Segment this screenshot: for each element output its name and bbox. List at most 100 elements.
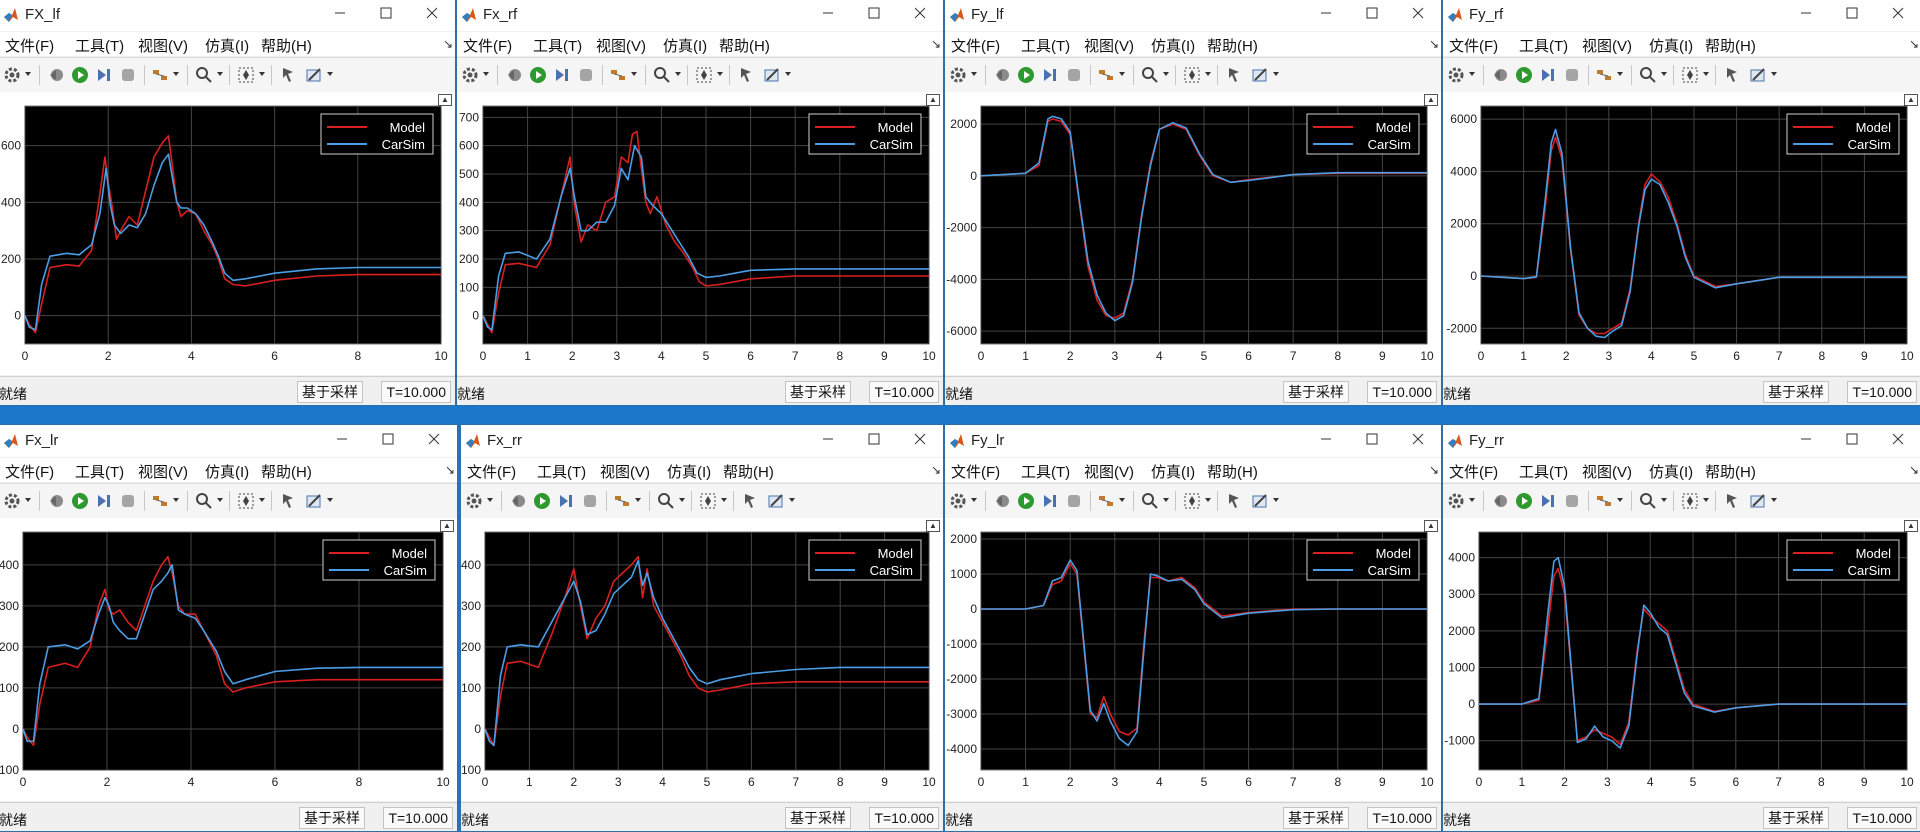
menu-item[interactable]: 工具(T)	[533, 35, 582, 56]
scope-plot[interactable]: 0 1 2 3 4 5 6 7 8 9 10-20000200040006000ModelCarSi…	[1443, 92, 1920, 375]
fit-icon[interactable]	[237, 66, 255, 84]
gear-icon[interactable]	[1447, 492, 1465, 510]
scope-plot[interactable]: 0 1 2 3 4 5 6 7 8 9 10 -1000 0 1000 2000 3000 4000 Model C…	[1443, 518, 1920, 801]
title-bar[interactable]: Fx_lr	[0, 425, 457, 457]
dropdown-arrow-icon[interactable]	[173, 498, 179, 502]
menu-item[interactable]: 文件(F)	[463, 35, 512, 56]
scope-display[interactable]: 0 1 2 3 4 5 6 7 8 9 10 -1000 0 1000 2000 3000 4000 Model C…	[1443, 518, 1920, 801]
dock-icon[interactable]: ▲	[1424, 520, 1438, 532]
undock-icon[interactable]: ↘	[1429, 463, 1439, 477]
close-button[interactable]	[897, 0, 943, 31]
menu-item[interactable]: 帮助(H)	[719, 35, 770, 56]
menu-item[interactable]: 帮助(H)	[261, 461, 312, 482]
dropdown-arrow-icon[interactable]	[1771, 72, 1777, 76]
scope-window[interactable]: Fy_rf 文件(F) 工具(T) 视图(V) 仿真(I) 帮助(H) ↘ 0 1 2 3 4 5 6 7 8…	[1442, 0, 1920, 406]
fit-icon[interactable]	[237, 492, 255, 510]
scope-plot[interactable]: 0 1 2 3 4 5 6 7 8 9 100100200300400500600700ModelC…	[457, 92, 943, 375]
scope-plot[interactable]: 0 2 4 6 8 10 0 200 400 600 Model CarSim	[0, 92, 455, 375]
menu-item[interactable]: 工具(T)	[1519, 35, 1568, 56]
menu-item[interactable]: 帮助(H)	[1705, 35, 1756, 56]
dropdown-arrow-icon[interactable]	[635, 498, 641, 502]
maximize-button[interactable]	[1349, 425, 1395, 457]
zoom-icon[interactable]	[1639, 492, 1657, 510]
menu-item[interactable]: 视图(V)	[1582, 35, 1632, 56]
dropdown-arrow-icon[interactable]	[483, 72, 489, 76]
minimize-button[interactable]	[1783, 425, 1829, 457]
undock-icon[interactable]: ↘	[445, 463, 455, 477]
menu-item[interactable]: 视图(V)	[138, 35, 188, 56]
stop-icon[interactable]	[1065, 492, 1083, 510]
dropdown-arrow-icon[interactable]	[721, 498, 727, 502]
minimize-button[interactable]	[1303, 0, 1349, 31]
signal-select-icon[interactable]	[151, 492, 169, 510]
step-forward-icon[interactable]	[553, 66, 571, 84]
dropdown-arrow-icon[interactable]	[1703, 72, 1709, 76]
step-forward-icon[interactable]	[95, 66, 113, 84]
fit-icon[interactable]	[1681, 492, 1699, 510]
undock-icon[interactable]: ↘	[931, 463, 941, 477]
scope-plot[interactable]: 0 1 2 3 4 5 6 7 8 9 10 -4000 -3000 -2000 -1000 0 1000 200…	[945, 518, 1441, 801]
run-icon[interactable]	[1515, 66, 1533, 84]
run-icon[interactable]	[529, 66, 547, 84]
step-back-icon[interactable]	[505, 66, 523, 84]
scope-display[interactable]: 0 1 2 3 4 5 6 7 8 9 10 0 100 200 300 400 500 600 700 Model C…	[457, 92, 943, 375]
cursor-icon[interactable]	[741, 492, 759, 510]
scope-window[interactable]: Fy_lf 文件(F) 工具(T) 视图(V) 仿真(I) 帮助(H) ↘ 0 1 2 3 4 5 6 7 8…	[944, 0, 1442, 406]
scope-window[interactable]: Fx_rr 文件(F) 工具(T) 视图(V) 仿真(I) 帮助(H) ↘ 0 1 2 3 4 5 6 7 8…	[460, 424, 944, 832]
maximize-button[interactable]	[363, 0, 409, 31]
zoom-icon[interactable]	[653, 66, 671, 84]
gear-icon[interactable]	[949, 66, 967, 84]
menu-item[interactable]: 仿真(I)	[1649, 461, 1693, 482]
maximize-button[interactable]	[1829, 0, 1875, 31]
menu-item[interactable]: 仿真(I)	[1649, 35, 1693, 56]
menu-item[interactable]: 仿真(I)	[205, 35, 249, 56]
cursor-icon[interactable]	[1225, 66, 1243, 84]
scope-display[interactable]: 0246810-1000100200300400ModelCarSim▲	[0, 518, 457, 801]
minimize-button[interactable]	[805, 0, 851, 31]
step-back-icon[interactable]	[993, 66, 1011, 84]
step-back-icon[interactable]	[47, 66, 65, 84]
dropdown-arrow-icon[interactable]	[1119, 498, 1125, 502]
step-forward-icon[interactable]	[95, 492, 113, 510]
signal-select-icon[interactable]	[1097, 66, 1115, 84]
scope-plot[interactable]: 0 1 2 3 4 5 6 7 8 9 10 -6000 -4000 -2000 0 2000 Model Car…	[945, 92, 1441, 375]
dropdown-arrow-icon[interactable]	[1119, 72, 1125, 76]
minimize-button[interactable]	[317, 0, 363, 31]
dock-icon[interactable]: ▲	[1904, 520, 1918, 532]
dropdown-arrow-icon[interactable]	[487, 498, 493, 502]
dock-icon[interactable]: ▲	[1904, 94, 1918, 106]
dropdown-arrow-icon[interactable]	[25, 72, 31, 76]
scope-window[interactable]: Fy_lr 文件(F) 工具(T) 视图(V) 仿真(I) 帮助(H) ↘ 0 1 2 3 4 5 6 7 8…	[944, 424, 1442, 832]
cursor-icon[interactable]	[1723, 66, 1741, 84]
run-icon[interactable]	[71, 492, 89, 510]
title-bar[interactable]: Fy_lr	[945, 425, 1441, 457]
signal-select-icon[interactable]	[1595, 492, 1613, 510]
dropdown-arrow-icon[interactable]	[1469, 72, 1475, 76]
signal-select-icon[interactable]	[151, 66, 169, 84]
dropdown-arrow-icon[interactable]	[327, 72, 333, 76]
dock-icon[interactable]: ▲	[438, 94, 452, 106]
stop-icon[interactable]	[119, 492, 137, 510]
dropdown-arrow-icon[interactable]	[259, 498, 265, 502]
scope-display[interactable]: 0 1 2 3 4 5 6 7 8 9 10 -4000 -3000 -2000 -1000 0 1000 200…	[945, 518, 1441, 801]
scope-display[interactable]: 0 1 2 3 4 5 6 7 8 9 10 -6000 -4000 -2000 0 2000 Model Car…	[945, 92, 1441, 375]
menu-item[interactable]: 帮助(H)	[723, 461, 774, 482]
menu-item[interactable]: 视图(V)	[1084, 461, 1134, 482]
dropdown-arrow-icon[interactable]	[25, 498, 31, 502]
step-back-icon[interactable]	[1491, 492, 1509, 510]
dock-icon[interactable]: ▲	[440, 520, 454, 532]
menu-item[interactable]: 文件(F)	[467, 461, 516, 482]
menu-item[interactable]: 帮助(H)	[1705, 461, 1756, 482]
zoom-icon[interactable]	[1141, 66, 1159, 84]
scope-display[interactable]: 0 2 4 6 8 10 0 200 400 600 Model CarSim ▲	[0, 92, 455, 375]
signal-select-icon[interactable]	[609, 66, 627, 84]
step-forward-icon[interactable]	[1539, 66, 1557, 84]
cursor-icon[interactable]	[1723, 492, 1741, 510]
scope-window[interactable]: Fy_rr 文件(F) 工具(T) 视图(V) 仿真(I) 帮助(H) ↘ 0 1 2 3 4 5 6 7 8…	[1442, 424, 1920, 832]
signal-select-icon[interactable]	[1097, 492, 1115, 510]
title-bar[interactable]: Fy_rr	[1443, 425, 1920, 457]
scope-window[interactable]: Fx_lr 文件(F) 工具(T) 视图(V) 仿真(I) 帮助(H) ↘ 0 2 4 6 8 10 -1…	[0, 424, 458, 832]
fit-icon[interactable]	[1681, 66, 1699, 84]
menu-item[interactable]: 仿真(I)	[205, 461, 249, 482]
signal-select-icon[interactable]	[613, 492, 631, 510]
